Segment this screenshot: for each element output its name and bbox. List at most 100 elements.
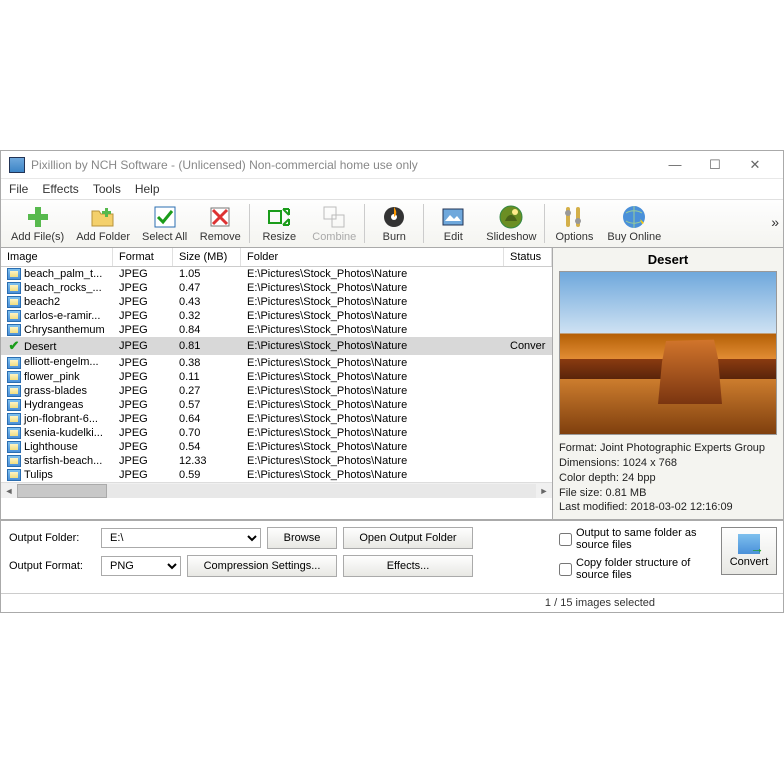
options-icon	[561, 204, 587, 230]
image-file-icon	[7, 413, 21, 425]
toolbar-overflow-icon[interactable]: »	[771, 214, 779, 230]
horizontal-scrollbar[interactable]: ◄ ►	[1, 482, 552, 498]
col-size[interactable]: Size (MB)	[173, 248, 241, 266]
cell-format: JPEG	[113, 357, 173, 369]
col-format[interactable]: Format	[113, 248, 173, 266]
toolbar-label: Combine	[312, 231, 356, 243]
table-row[interactable]: beach_rocks_...JPEG0.47E:\Pictures\Stock…	[1, 281, 552, 295]
toolbar-buy-online[interactable]: Buy Online	[601, 202, 667, 245]
menu-effects[interactable]: Effects	[42, 182, 78, 196]
maximize-button[interactable]: ☐	[695, 152, 735, 178]
col-folder[interactable]: Folder	[241, 248, 504, 266]
scroll-right-icon[interactable]: ►	[536, 486, 552, 496]
minimize-button[interactable]: —	[655, 152, 695, 178]
cell-format: JPEG	[113, 385, 173, 397]
table-row[interactable]: jon-flobrant-6...JPEG0.64E:\Pictures\Sto…	[1, 412, 552, 426]
cell-size: 0.70	[173, 427, 241, 439]
scroll-thumb[interactable]	[17, 484, 107, 498]
image-file-icon	[7, 371, 21, 383]
info-filesize: File size: 0.81 MB	[559, 486, 777, 501]
window-title: Pixillion by NCH Software - (Unlicensed)…	[31, 158, 655, 172]
menu-file[interactable]: File	[9, 182, 28, 196]
same-folder-checkbox[interactable]: Output to same folder as source files	[559, 527, 721, 551]
plus-icon	[25, 204, 51, 230]
menu-tools[interactable]: Tools	[93, 182, 121, 196]
table-row[interactable]: beach_palm_t...JPEG1.05E:\Pictures\Stock…	[1, 267, 552, 281]
cell-image: Tulips	[1, 469, 113, 481]
preview-pane: Desert Format: Joint Photographic Expert…	[553, 248, 783, 519]
scroll-track[interactable]	[17, 484, 536, 498]
toolbar-separator	[364, 204, 365, 243]
copy-structure-checkbox[interactable]: Copy folder structure of source files	[559, 557, 721, 581]
cell-format: JPEG	[113, 413, 173, 425]
compression-button[interactable]: Compression Settings...	[187, 555, 337, 577]
col-image[interactable]: Image	[1, 248, 113, 266]
app-icon	[9, 157, 25, 173]
preview-image	[559, 271, 777, 435]
copy-structure-input[interactable]	[559, 563, 572, 576]
browse-button[interactable]: Browse	[267, 527, 337, 549]
info-format: Format: Joint Photographic Experts Group	[559, 441, 777, 456]
table-row[interactable]: beach2JPEG0.43E:\Pictures\Stock_Photos\N…	[1, 295, 552, 309]
close-button[interactable]: ✕	[735, 152, 775, 178]
cell-size: 0.59	[173, 469, 241, 481]
toolbar-options[interactable]: Options	[547, 202, 601, 245]
toolbar-resize[interactable]: Resize	[252, 202, 306, 245]
table-row[interactable]: TulipsJPEG0.59E:\Pictures\Stock_Photos\N…	[1, 468, 552, 482]
table-row[interactable]: grass-bladesJPEG0.27E:\Pictures\Stock_Ph…	[1, 384, 552, 398]
cell-size: 0.38	[173, 357, 241, 369]
menu-help[interactable]: Help	[135, 182, 160, 196]
scroll-left-icon[interactable]: ◄	[1, 486, 17, 496]
toolbar-separator	[544, 204, 545, 243]
toolbar-label: Add File(s)	[11, 231, 64, 243]
cell-size: 0.64	[173, 413, 241, 425]
table-row[interactable]: flower_pinkJPEG0.11E:\Pictures\Stock_Pho…	[1, 370, 552, 384]
toolbar-slideshow[interactable]: Slideshow	[480, 202, 542, 245]
cell-image: ✔Desert	[1, 338, 113, 354]
cell-folder: E:\Pictures\Stock_Photos\Nature	[241, 385, 504, 397]
cell-image: beach_rocks_...	[1, 282, 113, 294]
table-row[interactable]: starfish-beach...JPEG12.33E:\Pictures\St…	[1, 454, 552, 468]
toolbar-add-folder[interactable]: Add Folder	[70, 202, 136, 245]
cell-size: 0.47	[173, 282, 241, 294]
image-file-icon	[7, 427, 21, 439]
cell-format: JPEG	[113, 371, 173, 383]
output-format-select[interactable]: PNG	[101, 556, 181, 576]
toolbar-edit[interactable]: Edit	[426, 202, 480, 245]
cell-image: carlos-e-ramir...	[1, 310, 113, 322]
butte-shape	[650, 334, 730, 404]
table-row[interactable]: HydrangeasJPEG0.57E:\Pictures\Stock_Phot…	[1, 398, 552, 412]
statusbar: 1 / 15 images selected	[1, 593, 783, 612]
toolbar-label: Remove	[200, 231, 241, 243]
cell-folder: E:\Pictures\Stock_Photos\Nature	[241, 310, 504, 322]
cell-format: JPEG	[113, 324, 173, 336]
cell-image: ksenia-kudelki...	[1, 427, 113, 439]
open-output-button[interactable]: Open Output Folder	[343, 527, 473, 549]
output-folder-select[interactable]: E:\	[101, 528, 261, 548]
toolbar-add-file-s-[interactable]: Add File(s)	[5, 202, 70, 245]
toolbar-burn[interactable]: Burn	[367, 202, 421, 245]
convert-button[interactable]: Convert	[721, 527, 777, 575]
toolbar-remove[interactable]: Remove	[193, 202, 247, 245]
table-row[interactable]: ChrysanthemumJPEG0.84E:\Pictures\Stock_P…	[1, 323, 552, 337]
effects-button[interactable]: Effects...	[343, 555, 473, 577]
same-folder-input[interactable]	[559, 533, 572, 546]
toolbar-select-all[interactable]: Select All	[136, 202, 193, 245]
toolbar-label: Select All	[142, 231, 187, 243]
table-row[interactable]: carlos-e-ramir...JPEG0.32E:\Pictures\Sto…	[1, 309, 552, 323]
image-file-icon	[7, 324, 21, 336]
cell-size: 0.57	[173, 399, 241, 411]
table-row[interactable]: elliott-engelm...JPEG0.38E:\Pictures\Sto…	[1, 355, 552, 369]
table-row[interactable]: LighthouseJPEG0.54E:\Pictures\Stock_Phot…	[1, 440, 552, 454]
table-row[interactable]: ksenia-kudelki...JPEG0.70E:\Pictures\Sto…	[1, 426, 552, 440]
cell-format: JPEG	[113, 296, 173, 308]
cell-image: Chrysanthemum	[1, 324, 113, 336]
cell-size: 0.54	[173, 441, 241, 453]
combine-icon	[321, 204, 347, 230]
table-row[interactable]: ✔DesertJPEG0.81E:\Pictures\Stock_Photos\…	[1, 337, 552, 355]
cell-folder: E:\Pictures\Stock_Photos\Nature	[241, 296, 504, 308]
image-file-icon	[7, 385, 21, 397]
col-status[interactable]: Status	[504, 248, 552, 266]
edit-icon	[440, 204, 466, 230]
cell-folder: E:\Pictures\Stock_Photos\Nature	[241, 441, 504, 453]
